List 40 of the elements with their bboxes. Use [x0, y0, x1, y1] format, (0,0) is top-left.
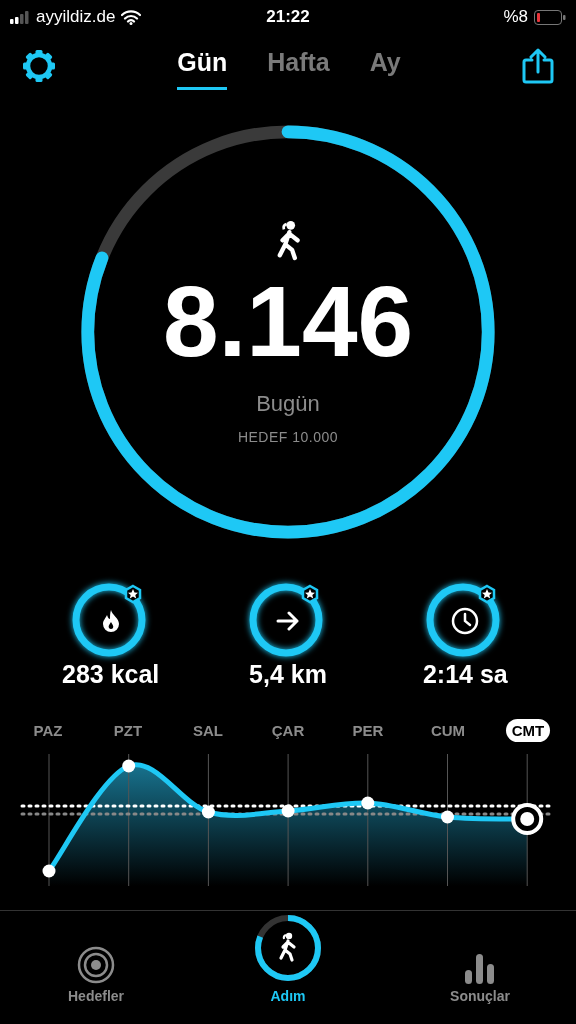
clock-icon: [451, 607, 480, 635]
day-label[interactable]: PAZ: [27, 719, 69, 742]
goal-label: HEDEF 10.000: [237, 429, 339, 445]
step-count: 8.146: [162, 271, 414, 371]
day-label[interactable]: PER: [346, 719, 390, 742]
stat-value: 283 kcal: [62, 660, 160, 689]
battery-icon: [534, 9, 566, 25]
period-tab[interactable]: Gün: [177, 42, 228, 90]
day-label[interactable]: PZT: [107, 719, 149, 742]
data-point[interactable]: [361, 796, 375, 810]
tab-bar-item[interactable]: Adım: [192, 911, 384, 1008]
period-tab[interactable]: Ay: [369, 42, 401, 90]
stat-value: 5,4 km: [249, 660, 327, 689]
data-point[interactable]: [281, 804, 295, 818]
data-point[interactable]: [201, 805, 215, 819]
walking-ring-icon: [252, 912, 324, 984]
wifi-icon: [121, 9, 142, 25]
data-point[interactable]: [42, 864, 56, 878]
carrier-name: ayyildiz.de: [36, 7, 116, 27]
period-label: Bugün: [256, 391, 320, 417]
selected-point[interactable]: [511, 803, 544, 835]
bar-chart-icon: [465, 952, 495, 984]
stat-value: 2:14 sa: [422, 660, 508, 689]
day-label[interactable]: CMT: [505, 719, 551, 742]
data-point[interactable]: [122, 759, 136, 773]
day-label[interactable]: SAL: [187, 719, 229, 742]
share-icon[interactable]: [522, 48, 554, 84]
target-icon: [77, 946, 115, 984]
data-point[interactable]: [441, 810, 454, 824]
clock-time: 21:22: [266, 7, 310, 27]
day-label[interactable]: ÇAR: [265, 719, 311, 742]
period-tab[interactable]: Hafta: [267, 42, 330, 90]
settings-icon[interactable]: [22, 49, 56, 83]
flame-icon: [102, 610, 119, 632]
tab-bar-item[interactable]: Sonuçlar: [384, 911, 576, 1008]
signal-icon: [10, 10, 30, 24]
battery-percent: %8: [503, 7, 528, 27]
day-label[interactable]: CUM: [424, 719, 472, 742]
tab-bar-item[interactable]: Hedefler: [0, 911, 192, 1008]
arrow-right-icon: [276, 611, 300, 631]
